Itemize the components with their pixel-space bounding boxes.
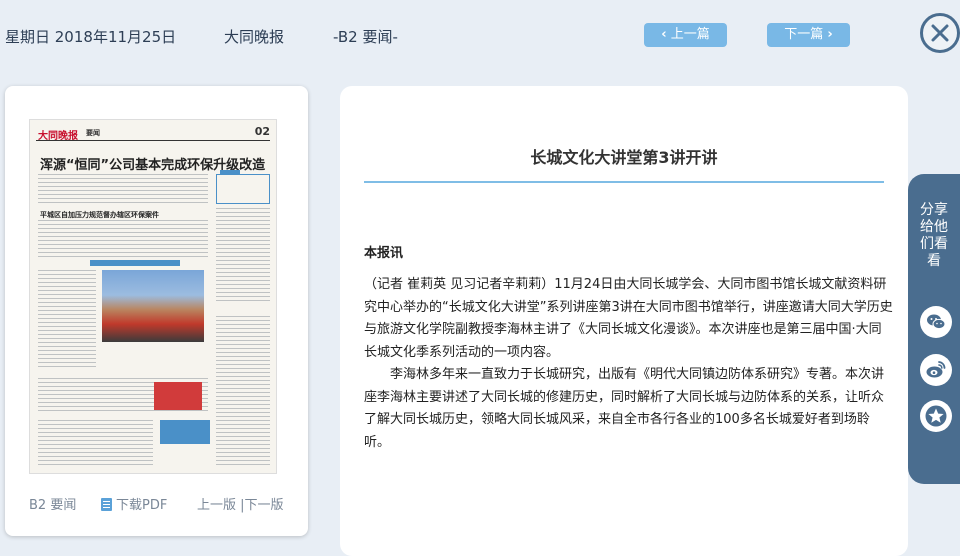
pdf-icon xyxy=(101,498,112,511)
download-pdf-link[interactable]: 下载PDF xyxy=(101,494,167,513)
article-paragraph: 李海林多年来一直致力于长城研究，出版有《明代大同镇边防体系研究》专著。本次讲座李… xyxy=(364,367,885,450)
thumbnail-blue-box xyxy=(160,420,210,444)
weibo-icon xyxy=(926,361,946,378)
thumbnail-rule xyxy=(36,140,270,141)
page-label-link[interactable]: B2 要闻 xyxy=(29,494,76,513)
article-paragraph: （记者 崔莉英 见习记者辛莉莉）11月24日由大同长城学会、大同市图书馆长城文献… xyxy=(364,277,893,360)
page-thumbnail-card: 大同晚报 要闻 02 浑源“恒同”公司基本完成环保升级改造 平城区自加压力规范督… xyxy=(5,86,308,536)
page-nav-links[interactable]: 上一版 |下一版 xyxy=(197,494,284,513)
paper-name: 大同晚报 xyxy=(224,28,285,46)
next-article-label: 下一篇 xyxy=(784,27,824,42)
thumbnail-page-number: 02 xyxy=(254,125,270,138)
newspaper-page-thumbnail[interactable]: 大同晚报 要闻 02 浑源“恒同”公司基本完成环保升级改造 平城区自加压力规范督… xyxy=(29,119,277,474)
thumbnail-sidebar-box xyxy=(216,174,270,204)
page-indicator: -B2 要闻- xyxy=(333,28,398,46)
title-divider xyxy=(364,181,884,183)
wechat-icon xyxy=(927,314,946,330)
chevron-left-icon: ‹ xyxy=(661,27,667,42)
download-pdf-label: 下载PDF xyxy=(116,498,168,513)
chevron-right-icon: › xyxy=(827,27,833,42)
favorite-button[interactable] xyxy=(920,400,952,432)
top-bar: 星期日 2018年11月25日 大同晚报 -B2 要闻- ‹ 上一篇 下一篇 › xyxy=(0,0,960,70)
thumbnail-photo xyxy=(102,270,204,342)
thumbnail-sidebar-tag xyxy=(220,170,240,174)
thumbnail-text-block xyxy=(38,270,96,370)
share-panel: 分享给他们看看 xyxy=(908,174,960,484)
close-icon xyxy=(931,24,949,42)
thumbnail-banner xyxy=(90,260,180,266)
thumbnail-red-box xyxy=(154,382,202,410)
article-body: （记者 崔莉英 见习记者辛莉莉）11月24日由大同长城学会、大同市图书馆长城文献… xyxy=(364,274,894,454)
thumbnail-sub-headline: 平城区自加压力规范督办辖区环保案件 xyxy=(40,211,159,219)
share-wechat-button[interactable] xyxy=(920,306,952,338)
article-title: 长城文化大讲堂第3讲开讲 xyxy=(530,148,718,167)
previous-article-label: 上一篇 xyxy=(670,27,710,42)
thumbnail-section: 要闻 xyxy=(86,129,100,137)
close-button[interactable] xyxy=(920,13,960,53)
thumbnail-text-block xyxy=(216,208,270,304)
star-icon xyxy=(925,405,947,427)
article-card: 长城文化大讲堂第3讲开讲 本报讯 （记者 崔莉英 见习记者辛莉莉）11月24日由… xyxy=(340,86,908,556)
share-weibo-button[interactable] xyxy=(920,354,952,386)
thumbnail-text-block xyxy=(38,174,208,204)
next-article-button[interactable]: 下一篇 › xyxy=(767,23,850,47)
share-label: 分享给他们看看 xyxy=(920,202,948,269)
article-byline: 本报讯 xyxy=(364,246,404,261)
thumbnail-text-block xyxy=(38,220,208,260)
issue-date: 星期日 2018年11月25日 xyxy=(5,28,177,46)
previous-article-button[interactable]: ‹ 上一篇 xyxy=(644,23,727,47)
thumbnail-text-block xyxy=(216,316,270,466)
thumbnail-text-block xyxy=(38,420,153,468)
